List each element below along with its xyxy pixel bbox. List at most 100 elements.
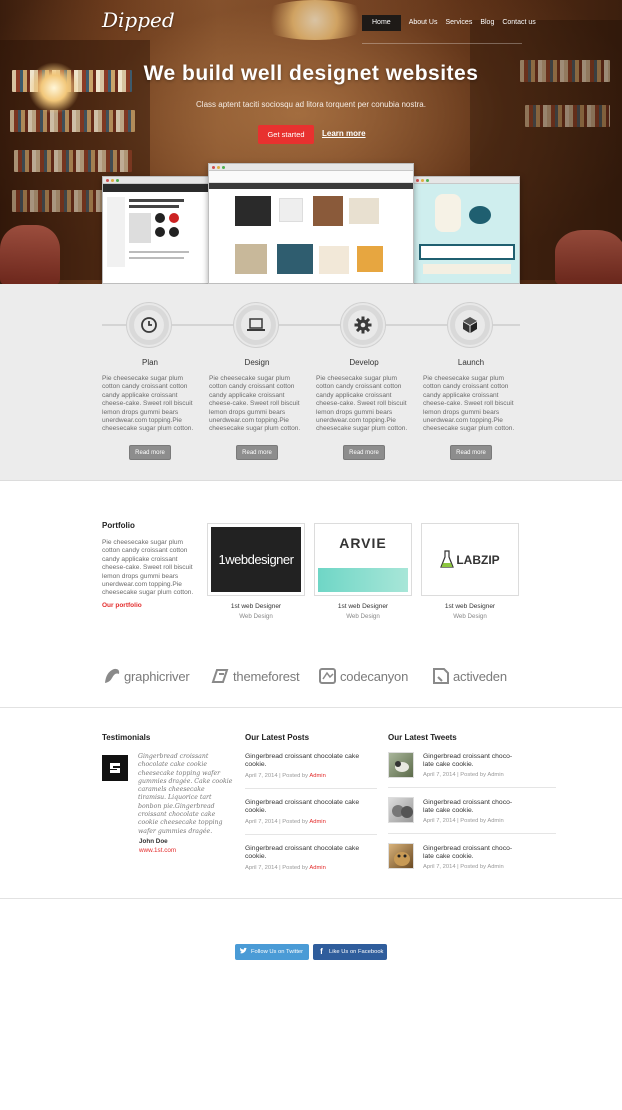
webdesigner-logo: 1webdesigner [218, 552, 294, 567]
portfolio-thumb: 1webdesigner [211, 527, 301, 592]
books [14, 150, 132, 172]
brand-graphicriver[interactable]: graphicriver [102, 664, 190, 688]
post-author-link[interactable]: Admin [309, 773, 325, 779]
read-more-button-launch[interactable]: Read more [450, 445, 492, 460]
get-started-button[interactable]: Get started [258, 125, 314, 144]
armchair [0, 225, 60, 284]
launch-icon-circle [448, 303, 492, 347]
nav-blog[interactable]: Blog [476, 15, 498, 31]
portfolio-caption-3: 1st web Designer [444, 603, 496, 610]
cube-icon [463, 317, 477, 333]
brand-label: graphicriver [124, 668, 190, 684]
tweet-avatar [388, 843, 414, 869]
tweet-text[interactable]: Gingerbread croissant choco-late cake co… [423, 753, 523, 770]
develop-icon-circle [341, 303, 385, 347]
books [10, 110, 135, 132]
tweet-item[interactable]: Gingerbread croissant choco-late cake co… [423, 845, 523, 870]
showcase-screen-left [102, 176, 212, 284]
feature-title-launch: Launch [457, 358, 485, 367]
portfolio-text: Pie cheesecake sugar plum cotton candy c… [102, 539, 194, 597]
learn-more-link[interactable]: Learn more [322, 129, 366, 138]
testimonial-author: John Doe [139, 838, 168, 845]
divider [245, 834, 377, 835]
post-meta: April 7, 2014 | Posted by Admin [245, 864, 326, 871]
features-section: Plan Design Develop Launch Pie cheesecak… [0, 284, 622, 481]
design-icon-circle [234, 303, 278, 347]
follow-twitter-button[interactable]: Follow Us on Twitter [235, 944, 309, 960]
testimonial-quote: Gingerbread croissant chocolate cake coo… [138, 753, 233, 835]
portfolio-caption-1: 1st web Designer [230, 603, 282, 610]
flask-icon [440, 549, 455, 568]
brand-codecanyon[interactable]: codecanyon [318, 664, 408, 688]
hero-title: We build well designet websites [143, 62, 479, 85]
codecanyon-icon [319, 668, 336, 684]
testimonial-site-link[interactable]: www.1st.com [139, 847, 176, 854]
labzip-logo: LABZIP [456, 552, 500, 567]
post-item[interactable]: Gingerbread croissant chocolate cake coo… [245, 845, 379, 871]
nav-home[interactable]: Home [362, 15, 401, 31]
feature-title-develop: Develop [349, 358, 379, 367]
facebook-icon: f [320, 947, 323, 956]
post-title[interactable]: Gingerbread croissant chocolate cake coo… [245, 753, 379, 770]
showcase-screen-right [412, 176, 520, 284]
post-item[interactable]: Gingerbread croissant chocolate cake coo… [245, 753, 379, 779]
tweet-item[interactable]: Gingerbread croissant choco-late cake co… [423, 753, 523, 778]
portfolio-category-1: Web Design [239, 613, 273, 620]
brand-activeden[interactable]: activeden [431, 664, 507, 688]
latest-posts-title: Our Latest Posts [245, 733, 310, 742]
tweet-text[interactable]: Gingerbread croissant choco-late cake co… [423, 845, 523, 862]
like-facebook-button[interactable]: f Like Us on Facebook [313, 944, 387, 960]
portfolio-card-1[interactable]: 1webdesigner [207, 523, 305, 596]
read-more-button-develop[interactable]: Read more [343, 445, 385, 460]
feature-text-develop: Pie cheesecake sugar plum cotton candy c… [316, 375, 408, 433]
main-nav: Home About Us Services Blog Contact us [362, 14, 540, 32]
portfolio-category-3: Web Design [453, 613, 487, 620]
tweet-meta: April 7, 2014 | Posted by Admin [423, 771, 504, 778]
pet-photo [394, 852, 410, 866]
logo[interactable]: Dipped [102, 8, 175, 32]
arvie-logo: ARVIE [339, 535, 387, 551]
post-title[interactable]: Gingerbread croissant chocolate cake coo… [245, 799, 379, 816]
read-more-button-plan[interactable]: Read more [129, 445, 171, 460]
tweet-meta: April 7, 2014 | Posted by Admin [423, 863, 504, 870]
testimonials-title: Testimonials [102, 733, 151, 742]
portfolio-card-3[interactable]: LABZIP [421, 523, 519, 596]
read-more-button-design[interactable]: Read more [236, 445, 278, 460]
tweet-avatar [388, 752, 414, 778]
post-item[interactable]: Gingerbread croissant chocolate cake coo… [245, 799, 379, 825]
feature-text-design: Pie cheesecake sugar plum cotton candy c… [209, 375, 301, 433]
twitter-icon [239, 947, 248, 956]
showcase-screen-center [208, 163, 414, 284]
divider [388, 787, 556, 788]
section-divider [0, 898, 622, 899]
brand-label: themeforest [233, 668, 300, 684]
nav-services[interactable]: Services [441, 15, 476, 31]
twitter-label: Follow Us on Twitter [251, 949, 304, 955]
brand-label: codecanyon [340, 668, 409, 684]
post-author-link[interactable]: Admin [309, 819, 325, 825]
portfolio-card-2[interactable]: ARVIE [314, 523, 412, 596]
portfolio-title: Portfolio [102, 521, 135, 530]
quote-logo-icon [110, 763, 120, 773]
testimonial-logo [102, 755, 128, 781]
cat-photo [392, 805, 413, 818]
bird-photo [395, 761, 409, 772]
hero-subtitle: Class aptent taciti sociosqu ad litora t… [196, 100, 426, 109]
laptop-icon [247, 318, 265, 331]
tweet-text[interactable]: Gingerbread croissant choco-late cake co… [423, 799, 523, 816]
our-portfolio-link[interactable]: Our portfolio [102, 602, 142, 609]
post-title[interactable]: Gingerbread croissant chocolate cake coo… [245, 845, 379, 862]
tweet-item[interactable]: Gingerbread croissant choco-late cake co… [423, 799, 523, 824]
brand-label: activeden [453, 668, 507, 684]
gear-icon [354, 316, 372, 334]
feature-title-plan: Plan [141, 358, 158, 367]
hero-section: Dipped Home About Us Services Blog Conta… [0, 0, 622, 284]
nav-contact-us[interactable]: Contact us [498, 15, 539, 31]
tweet-avatar [388, 797, 414, 823]
post-author-link[interactable]: Admin [309, 865, 325, 871]
brand-themeforest[interactable]: themeforest [211, 664, 300, 688]
feature-title-design: Design [244, 358, 270, 367]
nav-about-us[interactable]: About Us [405, 15, 442, 31]
nav-divider [362, 43, 522, 44]
arvie-banner [318, 568, 408, 592]
